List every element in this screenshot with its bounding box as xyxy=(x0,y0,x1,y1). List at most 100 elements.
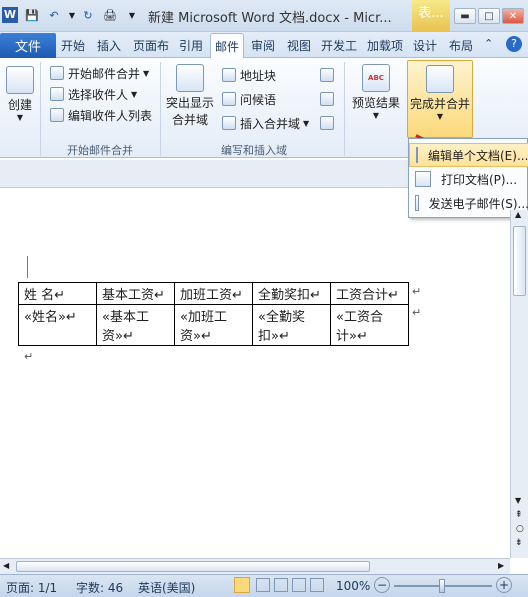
status-bar: 页面: 1/1 字数: 46 英语(美国) 100% − + xyxy=(0,574,528,597)
scroll-right-icon[interactable]: ▶ xyxy=(498,561,504,570)
address-block-label: 地址块 xyxy=(240,68,277,83)
document-page xyxy=(0,188,510,558)
undo-icon[interactable]: ↶ xyxy=(46,7,62,23)
create-label: 创建 xyxy=(7,98,32,112)
field-overtime[interactable]: «加班工资»↵ xyxy=(174,304,253,346)
minimize-icon[interactable]: ▬ xyxy=(454,8,476,24)
word-icon[interactable]: W xyxy=(2,7,18,23)
chevron-down-icon: ▼ xyxy=(436,112,444,121)
match-fields-icon[interactable] xyxy=(320,92,334,106)
vertical-scrollbar[interactable]: ▲ ▼ ⇞ ○ ⇟ xyxy=(510,210,528,558)
tab-addins[interactable]: 加载项 xyxy=(364,34,406,57)
address-block-button[interactable]: 地址块 xyxy=(222,66,276,84)
field-attendance[interactable]: «全勤奖扣»↵ xyxy=(252,304,331,346)
email-icon xyxy=(415,195,419,211)
zoom-in-button[interactable]: + xyxy=(496,577,512,593)
select-recipients-button[interactable]: 选择收件人 ▼ xyxy=(50,85,137,103)
menu-print-label: 打印文档(P)... xyxy=(441,172,518,187)
tab-insert[interactable]: 插入 xyxy=(94,34,124,57)
tab-references[interactable]: 引用 xyxy=(176,34,206,57)
tab-home[interactable]: 开始 xyxy=(58,34,88,57)
help-icon[interactable]: ? xyxy=(506,36,522,52)
text-cursor xyxy=(27,256,28,278)
window-title: 新建 Microsoft Word 文档.docx - Micr... xyxy=(148,11,392,26)
h-scroll-thumb[interactable] xyxy=(16,561,370,572)
chevron-down-icon: ▼ xyxy=(131,89,138,99)
abc-icon: ABC xyxy=(362,64,390,92)
zoom-slider-thumb[interactable] xyxy=(439,579,445,593)
reading-layout-icon[interactable] xyxy=(256,578,270,592)
chevron-down-icon: ▼ xyxy=(143,68,150,78)
dropdown-arrow-icon[interactable]: ▼ xyxy=(64,7,80,23)
menu-edit-label: 编辑单个文档(E)... xyxy=(428,148,528,163)
draft-icon[interactable] xyxy=(310,578,324,592)
zoom-level[interactable]: 100% xyxy=(336,579,370,593)
tab-design[interactable]: 设计 xyxy=(410,34,440,57)
outline-icon[interactable] xyxy=(292,578,306,592)
preview-results-button[interactable]: ABC 预览结果 ▼ xyxy=(348,64,404,120)
maximize-icon[interactable]: □ xyxy=(478,8,500,24)
edit-recipient-list-button[interactable]: 编辑收件人列表 xyxy=(50,106,152,124)
next-page-icon[interactable]: ⇟ xyxy=(515,538,523,548)
group-label-write-insert: 编写和插入域 xyxy=(221,144,287,157)
customize-toolbar-icon[interactable]: ▼ xyxy=(124,7,140,23)
insert-merge-field-button[interactable]: 插入合并域 ▼ xyxy=(222,114,309,132)
close-icon[interactable]: ✕ xyxy=(502,8,524,24)
header-attendance[interactable]: 全勤奖扣↵ xyxy=(252,282,331,305)
print-icon[interactable]: 🖨 xyxy=(102,7,118,23)
print-document-icon xyxy=(415,171,431,187)
tab-developer[interactable]: 开发工 xyxy=(318,34,360,57)
chevron-down-icon: ▼ xyxy=(303,118,310,128)
tab-mailings[interactable]: 邮件 xyxy=(210,33,244,58)
edit-list-icon xyxy=(50,108,64,122)
paragraph-mark: ↵ xyxy=(24,350,34,363)
horizontal-scrollbar[interactable]: ◀ ▶ xyxy=(0,558,510,574)
tab-view[interactable]: 视图 xyxy=(284,34,314,57)
minimize-ribbon-icon[interactable]: ⌃ xyxy=(484,37,493,50)
select-browse-icon[interactable]: ○ xyxy=(516,524,524,534)
save-icon[interactable]: 💾 xyxy=(24,7,40,23)
start-mail-merge-button[interactable]: 开始邮件合并 ▼ xyxy=(50,64,149,82)
chevron-down-icon: ▼ xyxy=(16,113,24,122)
redo-icon[interactable]: ↻ xyxy=(80,7,96,23)
field-name[interactable]: «姓名»↵ xyxy=(18,304,97,346)
highlight-merge-fields-button[interactable]: 突出显示 合并域 xyxy=(164,64,216,128)
edit-recipient-list-label: 编辑收件人列表 xyxy=(68,108,153,123)
context-tab-label: 表... xyxy=(412,0,450,32)
page-count[interactable]: 页面: 1/1 xyxy=(6,579,57,596)
scroll-left-icon[interactable]: ◀ xyxy=(3,561,9,570)
header-overtime[interactable]: 加班工资↵ xyxy=(174,282,253,305)
header-base-salary[interactable]: 基本工资↵ xyxy=(96,282,175,305)
create-button[interactable]: 创建 ▼ xyxy=(4,66,36,122)
scroll-down-icon[interactable]: ▼ xyxy=(515,496,521,505)
header-name[interactable]: 姓 名↵ xyxy=(18,282,97,305)
row-end-mark-1: ↵ xyxy=(412,285,422,298)
language[interactable]: 英语(美国) xyxy=(138,579,195,596)
field-total[interactable]: «工资合计»↵ xyxy=(330,304,409,346)
menu-print-documents[interactable]: 打印文档(P)... xyxy=(409,167,528,191)
insert-field-icon xyxy=(222,116,236,130)
update-labels-icon[interactable] xyxy=(320,116,334,130)
row-end-mark-2: ↵ xyxy=(412,306,422,319)
scroll-thumb[interactable] xyxy=(513,226,526,296)
tab-layout[interactable]: 布局 xyxy=(446,34,476,57)
tab-page-layout[interactable]: 页面布 xyxy=(130,34,172,57)
highlight-label-2: 合并域 xyxy=(171,113,208,127)
mail-merge-icon xyxy=(50,66,64,80)
print-layout-icon[interactable] xyxy=(234,577,250,593)
rules-icon[interactable] xyxy=(320,68,334,82)
document-icon xyxy=(176,64,204,92)
word-count[interactable]: 字数: 46 xyxy=(76,579,123,596)
web-layout-icon[interactable] xyxy=(274,578,288,592)
tab-file[interactable]: 文件 xyxy=(0,33,56,58)
tab-review[interactable]: 审阅 xyxy=(248,34,278,57)
prev-page-icon[interactable]: ⇞ xyxy=(515,510,523,520)
recipients-icon xyxy=(50,87,64,101)
greeting-line-button[interactable]: 问候语 xyxy=(222,90,276,108)
finish-merge-button[interactable]: 完成并合并 ▼ xyxy=(407,60,473,138)
zoom-out-button[interactable]: − xyxy=(374,577,390,593)
header-total[interactable]: 工资合计↵ xyxy=(330,282,409,305)
field-base-salary[interactable]: «基本工资»↵ xyxy=(96,304,175,346)
menu-edit-individual[interactable]: 编辑单个文档(E)... xyxy=(409,143,528,167)
scroll-up-icon[interactable]: ▲ xyxy=(515,210,521,219)
